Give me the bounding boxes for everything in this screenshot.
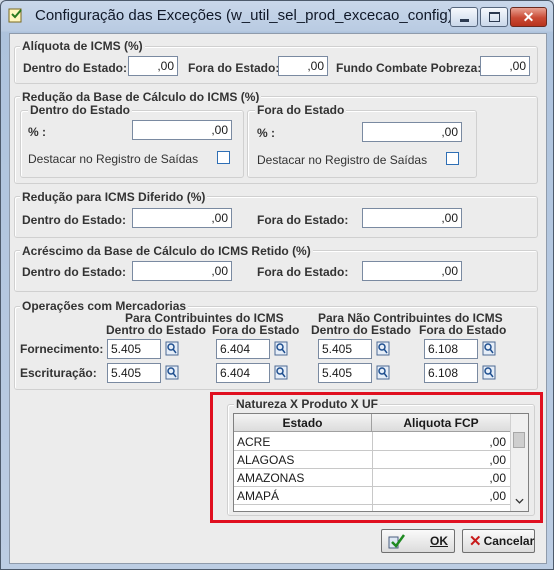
- window-title: Configuração das Exceções (w_util_sel_pr…: [35, 7, 453, 24]
- minimize-button[interactable]: [450, 7, 478, 27]
- table-row[interactable]: AMAPÁ ,00: [234, 487, 510, 505]
- title-bar[interactable]: Configuração das Exceções (w_util_sel_pr…: [1, 1, 553, 32]
- cell-aliquota: ,00: [489, 453, 506, 467]
- reducao-fora-pct-field[interactable]: ,00: [362, 122, 462, 142]
- scroll-down-icon[interactable]: [515, 498, 524, 504]
- col-nao-dentro-header: Dentro do Estado: [311, 323, 412, 337]
- reducao-dentro-destacar-label: Destacar no Registro de Saídas: [28, 152, 199, 166]
- reducao-base-title: Redução da Base de Cálculo do ICMS (%): [20, 90, 262, 104]
- acrescimo-dentro-label: Dentro do Estado:: [22, 265, 126, 279]
- fornecimento-nao-dentro-field[interactable]: 5.405: [318, 339, 372, 359]
- cell-aliquota: ,00: [489, 435, 506, 449]
- aliquota-dentro-label: Dentro do Estado:: [23, 61, 127, 75]
- cancel-label: Cancelar: [483, 534, 535, 548]
- escrituracao-contrib-fora-field[interactable]: 6.404: [216, 363, 270, 383]
- ok-check-icon: [388, 534, 406, 549]
- lookup-icon[interactable]: [482, 341, 496, 356]
- escrituracao-nao-dentro-field[interactable]: 5.405: [318, 363, 372, 383]
- col-nao-fora-header: Fora do Estado: [419, 323, 507, 337]
- reducao-dentro-title: Dentro do Estado: [28, 103, 133, 117]
- maximize-icon: [488, 12, 500, 22]
- acrescimo-fora-field[interactable]: ,00: [362, 261, 462, 281]
- col-contrib-dentro-header: Dentro do Estado: [106, 323, 207, 337]
- reducao-fora-pct-label: % :: [257, 126, 275, 140]
- reducao-fora-title: Fora do Estado: [255, 103, 347, 117]
- col-aliquota-header[interactable]: Aliquota FCP: [372, 414, 511, 432]
- aliquota-dentro-field[interactable]: ,00: [128, 56, 178, 76]
- diferido-title: Redução para ICMS Diferido (%): [20, 190, 208, 204]
- cell-aliquota: ,00: [489, 489, 506, 503]
- ok-button[interactable]: OK: [381, 529, 455, 553]
- col-contrib-fora-header: Fora do Estado: [212, 323, 300, 337]
- reducao-dentro-destacar-checkbox[interactable]: [217, 151, 230, 164]
- lookup-icon[interactable]: [274, 365, 288, 380]
- diferido-fora-field[interactable]: ,00: [362, 208, 462, 228]
- diferido-dentro-label: Dentro do Estado:: [22, 213, 126, 227]
- ok-label: OK: [430, 534, 448, 548]
- cell-estado: ACRE: [237, 435, 271, 449]
- table-row[interactable]: ALAGOAS ,00: [234, 451, 510, 469]
- close-icon: ✕: [522, 8, 535, 25]
- reducao-fora-destacar-label: Destacar no Registro de Saídas: [257, 153, 428, 167]
- reducao-dentro-pct-label: % :: [28, 125, 46, 139]
- fornecimento-nao-fora-field[interactable]: 6.108: [424, 339, 478, 359]
- acrescimo-dentro-field[interactable]: ,00: [132, 261, 232, 281]
- diferido-fora-label: Fora do Estado:: [257, 213, 349, 227]
- lookup-icon[interactable]: [482, 365, 496, 380]
- natureza-title: Natureza X Produto X UF: [234, 397, 381, 411]
- cell-estado: AMAZONAS: [237, 471, 305, 485]
- lookup-icon[interactable]: [376, 365, 390, 380]
- fornecimento-contrib-dentro-field[interactable]: 5.405: [107, 339, 161, 359]
- table-row[interactable]: ACRE ,00: [234, 433, 510, 451]
- natureza-table[interactable]: Estado Aliquota FCP ACRE ,00 ALAGOAS ,00…: [233, 413, 529, 512]
- maximize-button[interactable]: [480, 7, 508, 27]
- cancel-button[interactable]: ✕ Cancelar: [462, 529, 535, 553]
- app-icon: [8, 8, 22, 23]
- cell-estado: AMAPÁ: [237, 489, 280, 503]
- close-button[interactable]: ✕: [510, 7, 547, 27]
- cell-aliquota: ,00: [489, 471, 506, 485]
- lookup-icon[interactable]: [165, 341, 179, 356]
- escrituracao-nao-fora-field[interactable]: 6.108: [424, 363, 478, 383]
- col-estado-header[interactable]: Estado: [234, 414, 372, 432]
- reducao-fora-destacar-checkbox[interactable]: [446, 152, 459, 165]
- aliquota-fundo-label: Fundo Combate Pobreza:: [336, 61, 482, 75]
- lookup-icon[interactable]: [165, 365, 179, 380]
- lookup-icon[interactable]: [376, 341, 390, 356]
- aliquota-fundo-field[interactable]: ,00: [480, 56, 530, 76]
- reducao-dentro-pct-field[interactable]: ,00: [132, 120, 232, 140]
- vertical-scrollbar[interactable]: [510, 414, 528, 511]
- lookup-icon[interactable]: [274, 341, 288, 356]
- aliquota-fora-field[interactable]: ,00: [278, 56, 328, 76]
- escrituracao-contrib-dentro-field[interactable]: 5.405: [107, 363, 161, 383]
- acrescimo-fora-label: Fora do Estado:: [257, 265, 349, 279]
- reducao-fora-group: [247, 110, 477, 178]
- cancel-x-icon: ✕: [469, 533, 482, 550]
- fornecimento-contrib-fora-field[interactable]: 6.404: [216, 339, 270, 359]
- diferido-dentro-field[interactable]: ,00: [132, 208, 232, 228]
- scroll-thumb[interactable]: [513, 432, 525, 448]
- fornecimento-label: Fornecimento:: [20, 342, 104, 356]
- cell-estado: ALAGOAS: [237, 453, 295, 467]
- table-row[interactable]: AMAZONAS ,00: [234, 469, 510, 487]
- escrituracao-label: Escrituração:: [20, 366, 97, 380]
- aliquota-fora-label: Fora do Estado:: [188, 61, 280, 75]
- acrescimo-title: Acréscimo da Base de Cálculo do ICMS Ret…: [20, 244, 313, 258]
- aliquota-title: Alíquota de ICMS (%): [20, 39, 145, 53]
- minimize-icon: [459, 18, 469, 22]
